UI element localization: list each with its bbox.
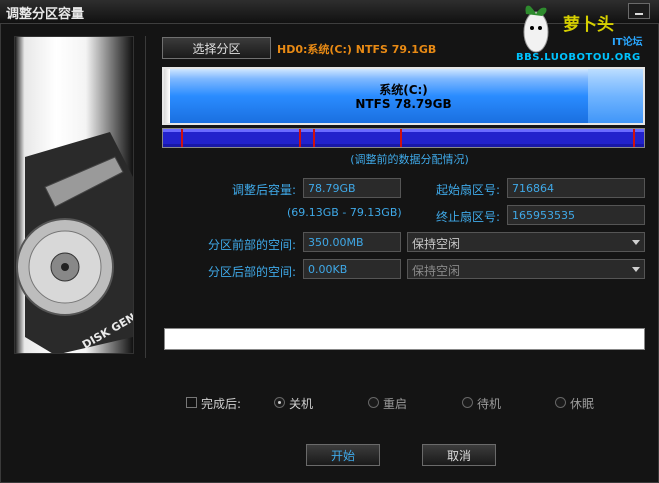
before-space-option: 保持空闲 [412, 237, 461, 251]
after-space-option: 保持空闲 [412, 264, 461, 278]
progress-bar [164, 328, 645, 350]
radio-restart[interactable] [368, 397, 379, 408]
distribution-caption-text: (调整前的数据分配情况) [350, 153, 469, 166]
after-space-label: 分区后部的空间: [207, 265, 296, 279]
data-marker [633, 129, 635, 147]
start-sector-field[interactable]: 716864 [507, 178, 645, 198]
partition-size-bar[interactable]: 系统(C:) NTFS 78.79GB [162, 67, 645, 125]
data-distribution-bar [162, 128, 645, 148]
select-partition-button[interactable]: 选择分区 [162, 37, 271, 59]
after-space-input[interactable]: 0.00KB [303, 259, 401, 279]
data-marker [181, 129, 183, 147]
before-space-select[interactable]: 保持空闲 [407, 232, 645, 252]
radio-standby[interactable] [462, 397, 473, 408]
chevron-down-icon [632, 240, 640, 245]
cancel-button[interactable]: 取消 [422, 444, 496, 466]
end-sector-field[interactable]: 165953535 [507, 205, 645, 225]
distribution-caption: (调整前的数据分配情况) [0, 151, 659, 167]
after-space-select[interactable]: 保持空闲 [407, 259, 645, 279]
radio-shutdown[interactable] [274, 397, 285, 408]
watermark-title: 萝卜头 [563, 15, 614, 35]
partition-fs-size: NTFS 78.79GB [355, 97, 452, 111]
after-complete-checkbox[interactable] [186, 397, 197, 408]
hard-disk-icon: DISK GENIUS [16, 132, 133, 353]
new-size-input[interactable]: 78.79GB [303, 178, 401, 198]
partition-info: HD0:系统(C:) NTFS 79.1GB [277, 43, 437, 56]
data-marker [400, 129, 402, 147]
partition-name: 系统(C:) [379, 83, 428, 97]
radio-standby-label: 待机 [477, 397, 502, 411]
before-space-input[interactable]: 350.00MB [303, 232, 401, 252]
end-sector-label: 终止扇区号: [435, 210, 500, 224]
new-size-label: 调整后容量: [231, 183, 296, 197]
radio-hibernate-label: 休眠 [570, 397, 595, 411]
start-button[interactable]: 开始 [306, 444, 380, 466]
radio-shutdown-label: 关机 [289, 397, 314, 411]
divider [145, 36, 146, 358]
before-space-label: 分区前部的空间: [207, 238, 296, 252]
window-title: 调整分区容量 [6, 7, 85, 22]
radio-hibernate[interactable] [555, 397, 566, 408]
disk-genius-image: DISK GENIUS [14, 36, 134, 354]
radio-restart-label: 重启 [383, 397, 408, 411]
chevron-down-icon [632, 267, 640, 272]
distribution-noise [163, 129, 644, 147]
size-range: (69.13GB - 79.13GB) [287, 206, 402, 219]
after-complete-label: 完成后: [201, 397, 242, 411]
data-marker [313, 129, 315, 147]
start-sector-label: 起始扇区号: [435, 183, 500, 197]
partition-bar-label: 系统(C:) NTFS 78.79GB [164, 83, 643, 111]
watermark-url: BBS.LUOBOTOU.ORG [516, 52, 641, 63]
watermark-subtitle: IT论坛 [612, 37, 643, 48]
data-marker [299, 129, 301, 147]
